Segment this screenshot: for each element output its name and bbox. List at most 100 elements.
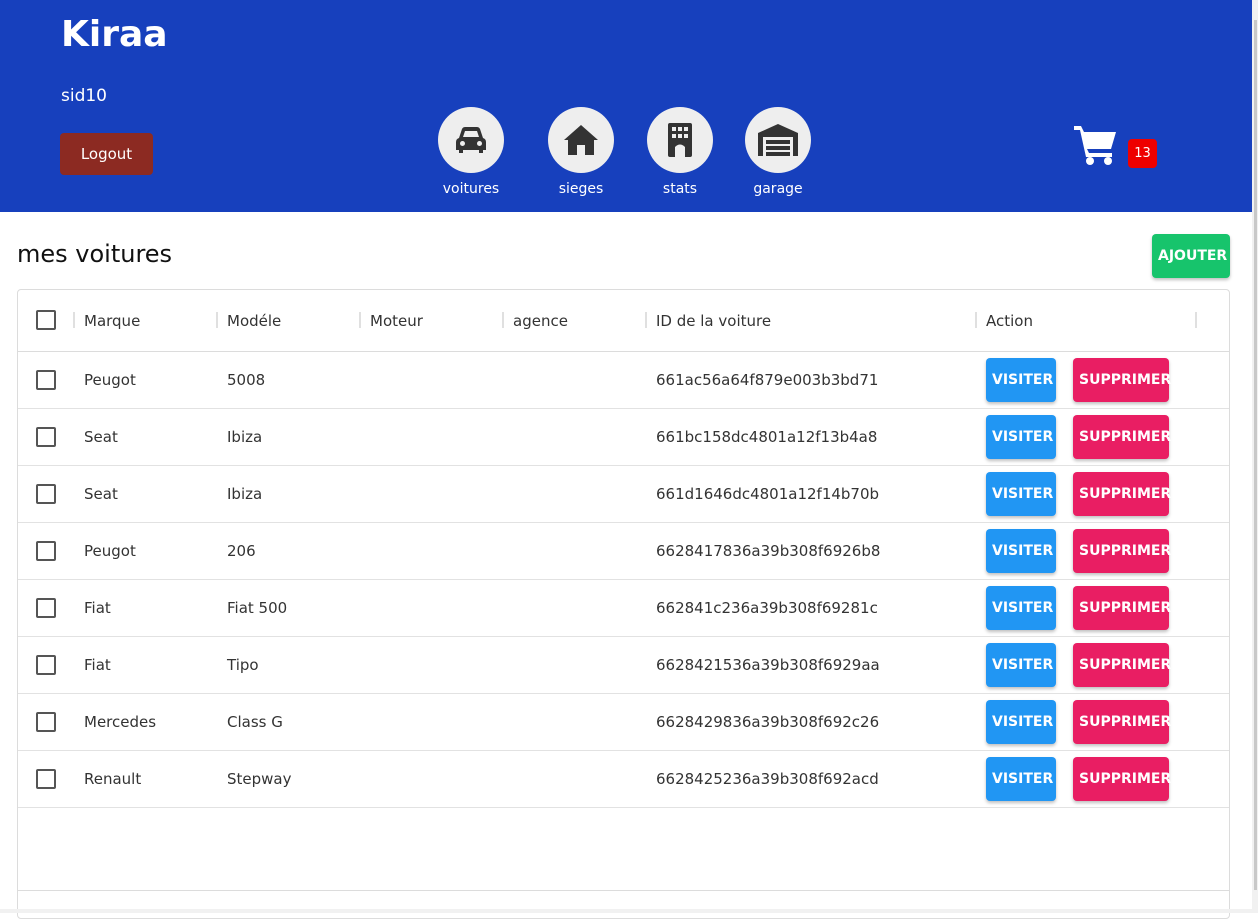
- row-checkbox[interactable]: [36, 370, 56, 390]
- top-header: Kiraa sid10 Logout voitures sieges stats…: [0, 0, 1252, 212]
- cart-button[interactable]: [1072, 122, 1120, 166]
- column-separator[interactable]: [216, 312, 218, 328]
- column-header-id[interactable]: ID de la voiture: [656, 290, 771, 351]
- cart-count-badge: 13: [1128, 139, 1157, 168]
- cell-id: 6628425236a39b308f692acd: [656, 770, 879, 788]
- page-title: mes voitures: [17, 240, 173, 268]
- row-checkbox[interactable]: [36, 769, 56, 789]
- cell-modele: Ibiza: [227, 428, 263, 446]
- cell-marque: Seat: [84, 485, 118, 503]
- username-label: sid10: [61, 86, 108, 106]
- nav-label: stats: [662, 181, 698, 197]
- visit-button[interactable]: VISITER: [986, 700, 1056, 744]
- delete-button[interactable]: SUPPRIMER: [1073, 472, 1171, 516]
- cell-id: 661ac56a64f879e003b3bd71: [656, 371, 879, 389]
- visit-button[interactable]: VISITER: [986, 415, 1056, 459]
- cell-id: 6628429836a39b308f692c26: [656, 713, 880, 731]
- select-all-checkbox[interactable]: [36, 310, 56, 330]
- visit-button[interactable]: VISITER: [986, 472, 1056, 516]
- nav-item-sieges[interactable]: sieges: [536, 107, 626, 197]
- cell-marque: Fiat: [84, 656, 111, 674]
- cell-modele: 5008: [227, 371, 266, 389]
- nav-item-garage[interactable]: garage: [733, 107, 823, 197]
- nav-label: voitures: [442, 181, 500, 197]
- nav-circle[interactable]: [647, 107, 713, 173]
- row-checkbox[interactable]: [36, 655, 56, 675]
- garage-icon: [758, 124, 798, 156]
- delete-button[interactable]: SUPPRIMER: [1073, 700, 1171, 744]
- column-separator[interactable]: [73, 312, 75, 328]
- cell-id: 6628417836a39b308f6926b8: [656, 542, 881, 560]
- home-icon: [564, 125, 598, 155]
- delete-button[interactable]: SUPPRIMER: [1073, 586, 1171, 630]
- column-separator[interactable]: [645, 312, 647, 328]
- nav-label: garage: [753, 181, 803, 197]
- delete-button[interactable]: SUPPRIMER: [1073, 529, 1171, 573]
- column-separator[interactable]: [359, 312, 361, 328]
- cell-marque: Peugot: [84, 371, 136, 389]
- table-row: Peugot 206 6628417836a39b308f6926b8 VISI…: [18, 523, 1229, 580]
- table-row: Renault Stepway 6628425236a39b308f692acd…: [18, 751, 1229, 808]
- delete-button[interactable]: SUPPRIMER: [1073, 757, 1171, 801]
- table-row: Fiat Fiat 500 662841c236a39b308f69281c V…: [18, 580, 1229, 637]
- cell-marque: Fiat: [84, 599, 111, 617]
- column-separator[interactable]: [1195, 312, 1197, 328]
- cell-modele: 206: [227, 542, 256, 560]
- table-row: Mercedes Class G 6628429836a39b308f692c2…: [18, 694, 1229, 751]
- column-header-agence[interactable]: agence: [513, 290, 568, 351]
- cell-modele: Ibiza: [227, 485, 263, 503]
- building-icon: [668, 123, 692, 157]
- nav-circle[interactable]: [438, 107, 504, 173]
- visit-button[interactable]: VISITER: [986, 586, 1056, 630]
- nav-label: sieges: [558, 181, 604, 197]
- visit-button[interactable]: VISITER: [986, 643, 1056, 687]
- table-row: Seat Ibiza 661bc158dc4801a12f13b4a8 VISI…: [18, 409, 1229, 466]
- cell-modele: Fiat 500: [227, 599, 288, 617]
- delete-button[interactable]: SUPPRIMER: [1073, 415, 1171, 459]
- table-footer-divider: [18, 890, 1229, 891]
- row-checkbox[interactable]: [36, 427, 56, 447]
- delete-button[interactable]: SUPPRIMER: [1073, 643, 1171, 687]
- column-header-action[interactable]: Action: [986, 290, 1033, 351]
- horizontal-scrollbar[interactable]: [0, 909, 1252, 913]
- cell-marque: Renault: [84, 770, 142, 788]
- logout-button[interactable]: Logout: [60, 133, 153, 175]
- cars-table: Marque Modéle Moteur agence ID de la voi…: [17, 289, 1230, 919]
- row-checkbox[interactable]: [36, 598, 56, 618]
- column-separator[interactable]: [502, 312, 504, 328]
- row-checkbox[interactable]: [36, 712, 56, 732]
- cell-modele: Stepway: [227, 770, 292, 788]
- cell-marque: Seat: [84, 428, 118, 446]
- car-icon: [456, 127, 486, 153]
- visit-button[interactable]: VISITER: [986, 358, 1056, 402]
- nav-circle[interactable]: [745, 107, 811, 173]
- nav-item-voitures[interactable]: voitures: [426, 107, 516, 197]
- nav-circle[interactable]: [548, 107, 614, 173]
- visit-button[interactable]: VISITER: [986, 757, 1056, 801]
- cell-id: 662841c236a39b308f69281c: [656, 599, 878, 617]
- add-car-button[interactable]: AJOUTER: [1152, 234, 1230, 278]
- column-header-moteur[interactable]: Moteur: [370, 290, 423, 351]
- cell-marque: Mercedes: [84, 713, 157, 731]
- brand-title: Kiraa: [61, 14, 168, 55]
- row-checkbox[interactable]: [36, 484, 56, 504]
- nav-item-stats[interactable]: stats: [635, 107, 725, 197]
- cell-id: 661d1646dc4801a12f14b70b: [656, 485, 880, 503]
- visit-button[interactable]: VISITER: [986, 529, 1056, 573]
- column-separator[interactable]: [975, 312, 977, 328]
- scrollbar-thumb[interactable]: [1254, 20, 1257, 890]
- column-header-modele[interactable]: Modéle: [227, 290, 281, 351]
- table-row: Peugot 5008 661ac56a64f879e003b3bd71 VIS…: [18, 352, 1229, 409]
- table-row: Fiat Tipo 6628421536a39b308f6929aa VISIT…: [18, 637, 1229, 694]
- cart-icon: [1074, 126, 1116, 165]
- cell-modele: Tipo: [227, 656, 259, 674]
- delete-button[interactable]: SUPPRIMER: [1073, 358, 1171, 402]
- cell-modele: Class G: [227, 713, 283, 731]
- cell-id: 661bc158dc4801a12f13b4a8: [656, 428, 878, 446]
- row-checkbox[interactable]: [36, 541, 56, 561]
- table-row: Seat Ibiza 661d1646dc4801a12f14b70b VISI…: [18, 466, 1229, 523]
- column-header-marque[interactable]: Marque: [84, 290, 140, 351]
- cell-marque: Peugot: [84, 542, 136, 560]
- table-header: Marque Modéle Moteur agence ID de la voi…: [18, 290, 1229, 352]
- cell-id: 6628421536a39b308f6929aa: [656, 656, 880, 674]
